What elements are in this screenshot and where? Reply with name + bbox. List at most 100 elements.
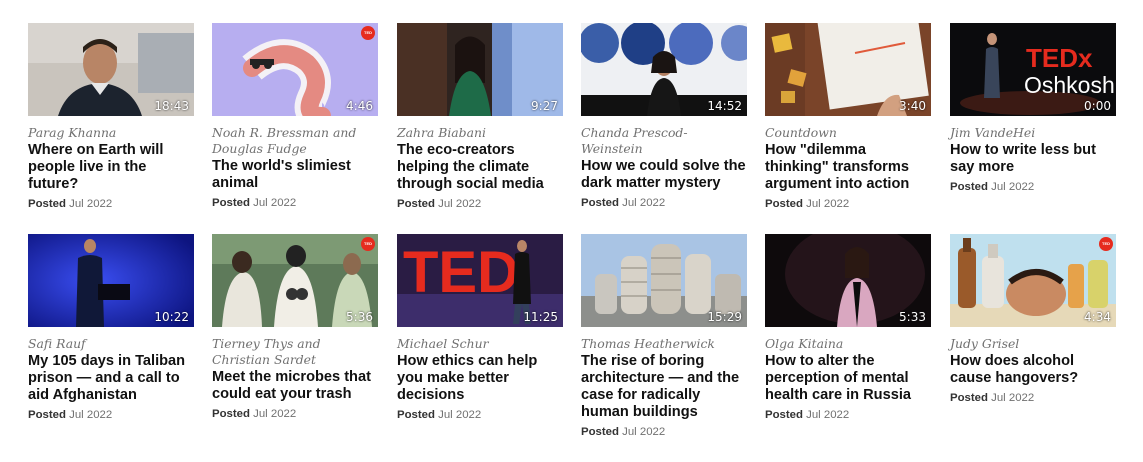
- speaker-name: Safi Rauf: [28, 336, 86, 351]
- duration-label: 15:29: [707, 310, 742, 324]
- duration-label: 4:46: [346, 99, 373, 113]
- posted-date-value: Jul 2022: [253, 197, 297, 209]
- talk-thumbnail[interactable]: 15:29: [581, 234, 747, 327]
- posted-date-value: Jul 2022: [69, 198, 113, 210]
- duration-label: 5:33: [899, 310, 926, 324]
- posted-date-value: Jul 2022: [253, 408, 297, 420]
- posted-date: Posted Jul 2022: [28, 408, 194, 422]
- posted-label: Posted: [212, 408, 250, 420]
- talk-title-link[interactable]: Meet the microbes that could eat your tr…: [212, 369, 378, 403]
- posted-date-value: Jul 2022: [991, 181, 1035, 193]
- duration-label: 5:36: [346, 310, 373, 324]
- speaker-name: Olga Kitaina: [765, 336, 844, 351]
- talk-title-link[interactable]: The eco-creators helping the climate thr…: [397, 142, 563, 193]
- posted-date: Posted Jul 2022: [765, 408, 931, 422]
- speaker-name: Jim VandeHei: [950, 125, 1036, 140]
- ted-badge-icon: TED: [1099, 237, 1113, 251]
- talk-card[interactable]: TED 4:34 Judy Grisel How does alcohol ca…: [950, 234, 1116, 405]
- speaker-name: Thomas Heatherwick: [581, 336, 715, 351]
- talk-thumbnail[interactable]: TED 4:34: [950, 234, 1116, 327]
- posted-date: Posted Jul 2022: [581, 425, 747, 439]
- ted-stage-logo-text: TED: [403, 240, 519, 305]
- posted-date-value: Jul 2022: [69, 409, 113, 421]
- speaker-name: Tierney Thys and Christian Sardet: [212, 336, 321, 367]
- talk-card[interactable]: TEDx Oshkosh 0:00 Jim VandeHei How to wr…: [950, 23, 1116, 194]
- posted-label: Posted: [581, 197, 619, 209]
- speaker-name: Parag Khanna: [28, 125, 117, 140]
- posted-date: Posted Jul 2022: [581, 196, 747, 210]
- talk-card[interactable]: TED 11:25 Michael Schur How ethics can h…: [397, 234, 563, 422]
- talk-thumbnail[interactable]: TED 11:25: [397, 234, 563, 327]
- talk-title-link[interactable]: The world's slimiest animal: [212, 158, 378, 192]
- talk-card[interactable]: 3:40 Countdown How "dilemma thinking" tr…: [765, 23, 931, 211]
- posted-label: Posted: [28, 409, 66, 421]
- posted-label: Posted: [581, 426, 619, 438]
- posted-label: Posted: [950, 392, 988, 404]
- posted-label: Posted: [397, 409, 435, 421]
- talk-card[interactable]: 18:43 Parag Khanna Where on Earth will p…: [28, 23, 194, 211]
- ted-badge-icon: TED: [361, 26, 375, 40]
- talk-title-link[interactable]: The rise of boring architecture — and th…: [581, 353, 747, 421]
- duration-label: 4:34: [1084, 310, 1111, 324]
- posted-date-value: Jul 2022: [622, 426, 666, 438]
- posted-date-value: Jul 2022: [438, 198, 482, 210]
- posted-label: Posted: [950, 181, 988, 193]
- talk-title-link[interactable]: My 105 days in Taliban prison — and a ca…: [28, 353, 194, 404]
- talk-card[interactable]: 15:29 Thomas Heatherwick The rise of bor…: [581, 234, 747, 439]
- duration-label: 3:40: [899, 99, 926, 113]
- posted-date-value: Jul 2022: [991, 392, 1035, 404]
- posted-date: Posted Jul 2022: [397, 408, 563, 422]
- talk-card[interactable]: 9:27 Zahra Biabani The eco-creators help…: [397, 23, 563, 211]
- talk-title-link[interactable]: How "dilemma thinking" transforms argume…: [765, 142, 931, 193]
- posted-date: Posted Jul 2022: [212, 196, 378, 210]
- posted-date: Posted Jul 2022: [28, 197, 194, 211]
- posted-label: Posted: [397, 198, 435, 210]
- talk-title-link[interactable]: Where on Earth will people live in the f…: [28, 142, 194, 193]
- speaker-name: Countdown: [765, 125, 837, 140]
- posted-date-value: Jul 2022: [622, 197, 666, 209]
- posted-label: Posted: [28, 198, 66, 210]
- talk-thumbnail[interactable]: 18:43: [28, 23, 194, 116]
- posted-date: Posted Jul 2022: [765, 197, 931, 211]
- posted-date-value: Jul 2022: [806, 409, 850, 421]
- posted-label: Posted: [765, 198, 803, 210]
- talk-thumbnail[interactable]: TED 4:46: [212, 23, 378, 116]
- tedx-logo-sub: Oshkosh: [1024, 72, 1115, 98]
- talk-card[interactable]: 5:33 Olga Kitaina How to alter the perce…: [765, 234, 931, 422]
- talk-title-link[interactable]: How does alcohol cause hangovers?: [950, 353, 1116, 387]
- posted-date: Posted Jul 2022: [950, 391, 1116, 405]
- talk-grid: 18:43 Parag Khanna Where on Earth will p…: [0, 0, 1143, 462]
- speaker-name: Zahra Biabani: [397, 125, 486, 140]
- posted-date-value: Jul 2022: [438, 409, 482, 421]
- posted-date: Posted Jul 2022: [212, 407, 378, 421]
- duration-label: 9:27: [531, 99, 558, 113]
- talk-title-link[interactable]: How to alter the perception of mental he…: [765, 353, 931, 404]
- duration-label: 11:25: [523, 310, 558, 324]
- duration-label: 14:52: [707, 99, 742, 113]
- talk-thumbnail[interactable]: TED 5:36: [212, 234, 378, 327]
- speaker-name: Michael Schur: [397, 336, 489, 351]
- ted-badge-icon: TED: [361, 237, 375, 251]
- talk-thumbnail[interactable]: 3:40: [765, 23, 931, 116]
- talk-thumbnail[interactable]: TEDx Oshkosh 0:00: [950, 23, 1116, 116]
- tedx-logo-text: TEDx: [1026, 43, 1093, 73]
- talk-title-link[interactable]: How to write less but say more: [950, 142, 1116, 176]
- talk-thumbnail[interactable]: 9:27: [397, 23, 563, 116]
- posted-label: Posted: [765, 409, 803, 421]
- talk-title-link[interactable]: How we could solve the dark matter myste…: [581, 158, 747, 192]
- talk-card[interactable]: 10:22 Safi Rauf My 105 days in Taliban p…: [28, 234, 194, 422]
- talk-thumbnail[interactable]: 10:22: [28, 234, 194, 327]
- speaker-name: Judy Grisel: [950, 336, 1020, 351]
- talk-card[interactable]: TED 5:36 Tierney Thys and Christian Sard…: [212, 234, 378, 421]
- posted-label: Posted: [212, 197, 250, 209]
- speaker-name: Noah R. Bressman and Douglas Fudge: [212, 125, 357, 156]
- posted-date: Posted Jul 2022: [397, 197, 563, 211]
- talk-card[interactable]: 14:52 Chanda Prescod-Weinstein How we co…: [581, 23, 747, 210]
- talk-title-link[interactable]: How ethics can help you make better deci…: [397, 353, 563, 404]
- posted-date-value: Jul 2022: [806, 198, 850, 210]
- posted-date: Posted Jul 2022: [950, 180, 1116, 194]
- talk-thumbnail[interactable]: 5:33: [765, 234, 931, 327]
- talk-card[interactable]: TED 4:46 Noah R. Bressman and Douglas Fu…: [212, 23, 378, 210]
- duration-label: 0:00: [1084, 99, 1111, 113]
- talk-thumbnail[interactable]: 14:52: [581, 23, 747, 116]
